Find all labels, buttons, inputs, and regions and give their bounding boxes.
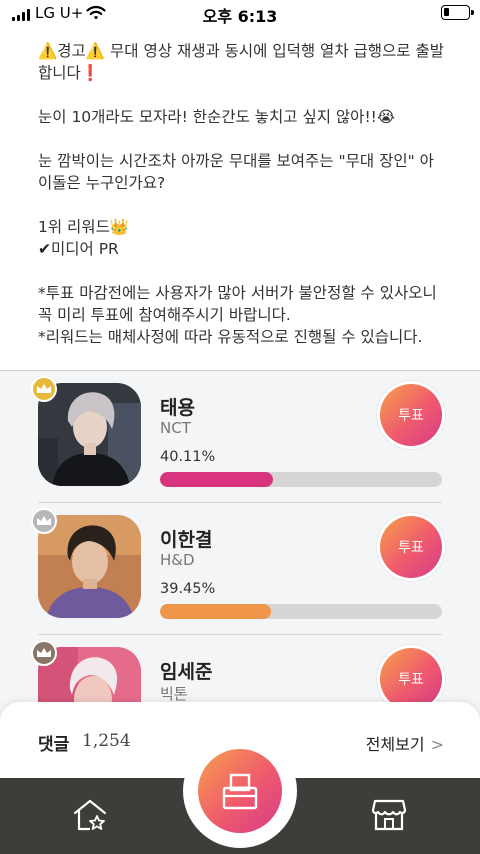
chevron-right-icon: > xyxy=(430,735,444,754)
checkmark-icon: ✔ xyxy=(38,240,51,258)
event-description: ⚠️경고⚠️ 무대 영상 재생과 동시에 입덕행 열차 급행으로 출발합니다❗ … xyxy=(38,40,448,348)
vote-progress-bar xyxy=(160,604,442,619)
reward-item-line: ✔미디어 PR xyxy=(38,238,448,260)
candidate-photo[interactable] xyxy=(38,515,141,618)
comment-count: 1,254 xyxy=(82,731,131,751)
status-time: 오후 6:13 xyxy=(202,7,278,26)
notice-text: *리워드는 매체사정에 따라 유동적으로 진행될 수 있습니다. xyxy=(38,328,423,346)
reward-item: 미디어 PR xyxy=(51,240,119,258)
vote-progress-bar xyxy=(160,472,442,487)
intro-line: 눈이 10개라도 모자라! 한순간도 놓치고 싶지 않아!!😭 xyxy=(38,108,395,126)
candidate-name: 태용 xyxy=(160,397,195,419)
gold-crown-icon xyxy=(31,376,57,402)
ranking-item[interactable]: 이한결 H&D 39.45% 투표 xyxy=(31,503,442,635)
home-star-icon[interactable] xyxy=(72,798,108,836)
vote-progress-fill xyxy=(160,604,272,619)
shop-icon[interactable] xyxy=(371,798,407,836)
candidate-photo[interactable] xyxy=(38,383,141,486)
vote-percentage: 39.45% xyxy=(160,581,216,597)
comment-title: 댓글 xyxy=(38,735,70,755)
candidate-group: 빅톤 xyxy=(160,685,188,703)
see-all-comments-link[interactable]: 전체보기 > xyxy=(366,731,444,755)
warning-text: ⚠️경고⚠️ 무대 영상 재생과 동시에 입덕행 열차 급행으로 출발합니다❗ xyxy=(38,42,444,82)
ranking-item[interactable]: 태용 NCT 40.11% 투표 xyxy=(31,371,442,503)
bronze-crown-icon xyxy=(31,640,57,666)
see-all-label: 전체보기 xyxy=(365,735,425,754)
ballot-box-icon[interactable] xyxy=(198,749,282,833)
candidate-group: H&D xyxy=(160,551,195,569)
candidate-group: NCT xyxy=(160,419,191,437)
vote-progress-fill xyxy=(160,472,274,487)
candidate-name: 임세준 xyxy=(160,661,213,683)
vote-percentage: 40.11% xyxy=(160,449,216,465)
reward-line: 1위 리워드👑 xyxy=(38,218,130,236)
intro-question: 눈 깜박이는 시간조차 아까운 무대를 보여주는 "무대 장인" 아이돌은 누구… xyxy=(38,152,434,192)
vote-button[interactable]: 투표 xyxy=(380,648,442,710)
status-bar: LG U+ 오후 6:13 xyxy=(0,0,480,28)
battery-icon xyxy=(441,5,474,20)
notice-text: *투표 마감전에는 사용자가 많아 서버가 불안정할 수 있사오니 꼭 미리 투… xyxy=(38,284,437,324)
vote-button[interactable]: 투표 xyxy=(380,516,442,578)
vote-button[interactable]: 투표 xyxy=(380,384,442,446)
silver-crown-icon xyxy=(31,508,57,534)
candidate-name: 이한결 xyxy=(160,529,213,551)
